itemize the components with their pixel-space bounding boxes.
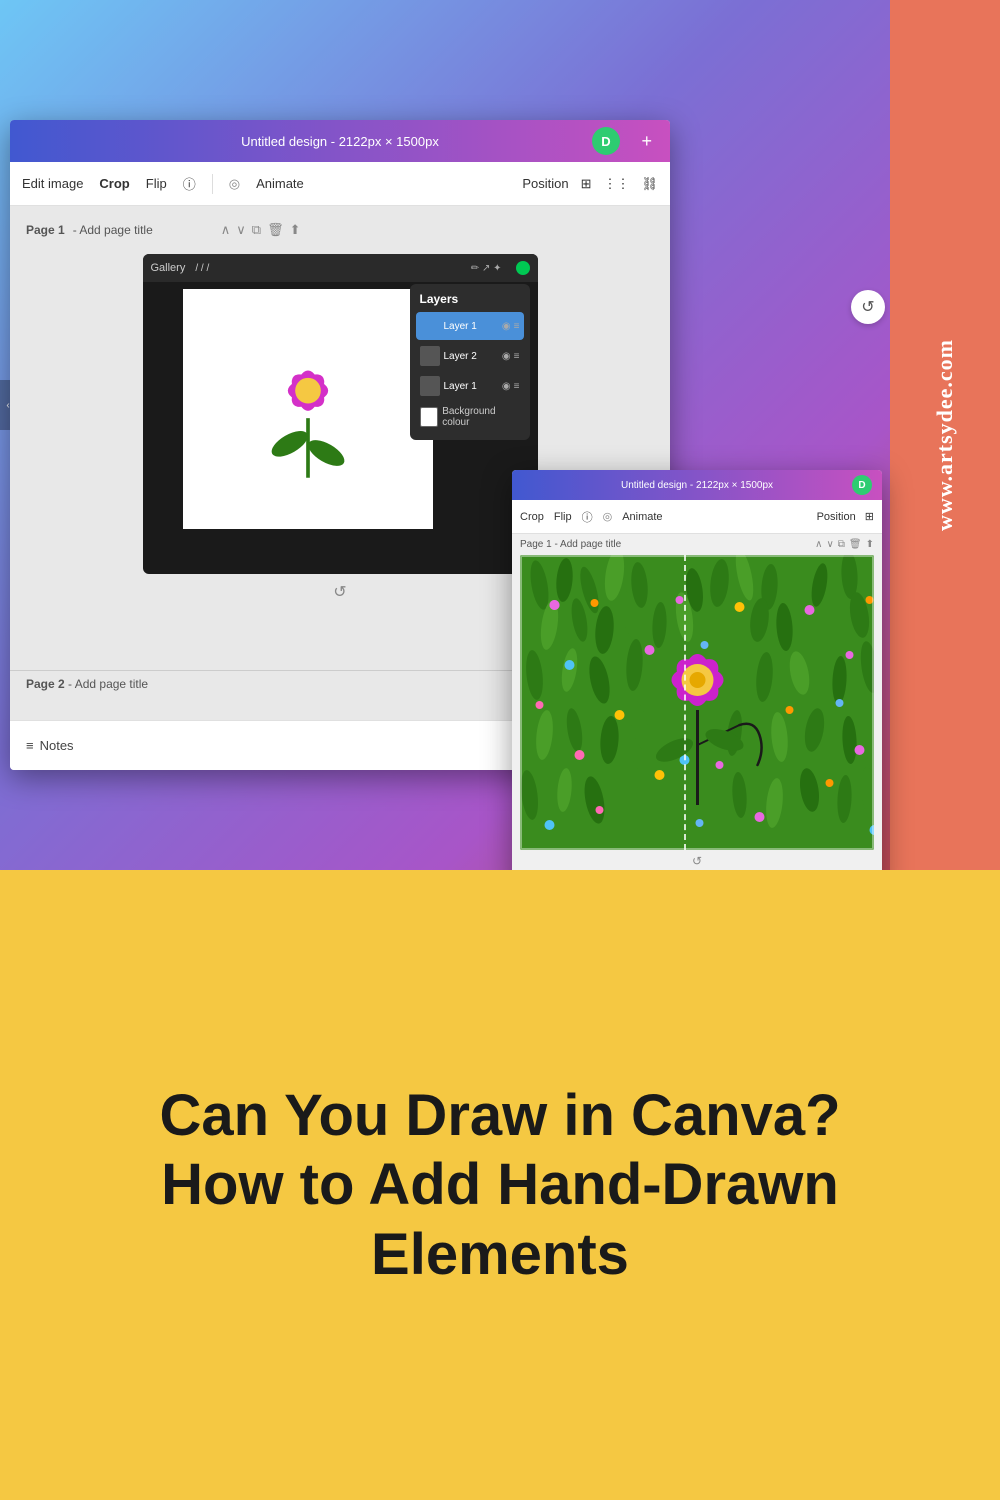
layer3-more[interactable]: ≡ bbox=[514, 381, 520, 392]
sm-flip-btn[interactable]: Flip bbox=[554, 511, 572, 523]
layer1-more[interactable]: ≡ bbox=[514, 321, 520, 332]
page1-bold: Page 1 bbox=[26, 223, 65, 237]
info-btn[interactable]: ⓘ bbox=[183, 174, 196, 193]
inner-topbar-dot bbox=[516, 261, 530, 275]
inner-app-canvas bbox=[183, 289, 433, 529]
bg-color-label: Background colour bbox=[442, 406, 519, 428]
layer1-name: Layer 1 bbox=[444, 321, 498, 332]
inner-topbar-tools: ✏ ↗ ✦ bbox=[471, 263, 502, 274]
page2-bold: Page 2 bbox=[26, 677, 65, 691]
layer1-actions: ◉ ≡ bbox=[502, 321, 520, 332]
canva-topbar-sm: Untitled design - 2122px × 1500px D bbox=[512, 470, 882, 500]
toolbar-divider bbox=[212, 174, 213, 194]
sm-info-btn[interactable]: ⓘ bbox=[582, 509, 593, 525]
layers-title: Layers bbox=[416, 292, 524, 306]
sm-toolbar-right: Position ⊞ bbox=[817, 510, 874, 523]
position-btn[interactable]: Position bbox=[522, 176, 568, 191]
animate-icon: ◎ bbox=[229, 176, 240, 192]
crop-btn[interactable]: Crop bbox=[99, 176, 129, 191]
bottom-section: Can You Draw in Canva? How to Add Hand-D… bbox=[0, 870, 1000, 1500]
sm-duplicate[interactable]: ⧉ bbox=[838, 539, 845, 550]
layer3-eye[interactable]: ◉ bbox=[502, 381, 511, 392]
sm-page-label: Page 1 - Add page title bbox=[520, 539, 621, 550]
sm-chevron-up[interactable]: ∧ bbox=[815, 539, 822, 550]
layer1-thumb bbox=[420, 316, 440, 336]
sm-page-controls: ∧ ∨ ⧉ 🗑 ⬆ bbox=[815, 539, 874, 550]
layer2-actions: ◉ ≡ bbox=[502, 351, 520, 362]
top-section: www.artsydee.com ‹ Untitled design - 212… bbox=[0, 0, 1000, 870]
bottom-line2: How to Add Hand-Drawn bbox=[161, 1152, 839, 1217]
trash-icon[interactable]: 🗑 bbox=[267, 222, 284, 238]
canva-toolbar: Edit image Crop Flip ⓘ ◎ Animate Positio… bbox=[10, 162, 670, 206]
layer1-eye[interactable]: ◉ bbox=[502, 321, 511, 332]
add-page-icon[interactable]: ⬆ bbox=[290, 222, 301, 238]
chevron-up-icon[interactable]: ∧ bbox=[221, 222, 231, 238]
page-controls: ∧ ∨ ⧉ 🗑 ⬆ bbox=[221, 222, 301, 238]
layer2-name: Layer 2 bbox=[444, 351, 498, 362]
inner-app-window: Gallery / / / ✏ ↗ ✦ bbox=[143, 254, 538, 574]
layer1-item[interactable]: Layer 1 ◉ ≡ bbox=[416, 312, 524, 340]
chevron-down-icon[interactable]: ∨ bbox=[236, 222, 246, 238]
page1-label: Page 1 - Add page title ∧ ∨ ⧉ 🗑 ⬆ bbox=[26, 222, 301, 238]
layer2-more[interactable]: ≡ bbox=[514, 351, 520, 362]
crop-border bbox=[520, 555, 874, 850]
garden-canvas bbox=[520, 555, 874, 850]
animate-btn[interactable]: Animate bbox=[256, 176, 304, 191]
site-url: www.artsydee.com bbox=[932, 339, 958, 531]
canva-avatar[interactable]: D bbox=[592, 127, 620, 155]
sm-animate-btn[interactable]: Animate bbox=[622, 511, 662, 523]
sm-reload-btn[interactable]: ↺ bbox=[512, 850, 882, 870]
sm-toolbar-icon[interactable]: ⊞ bbox=[865, 511, 874, 523]
notes-label: Notes bbox=[40, 738, 74, 753]
layers-panel: Layers Layer 1 ◉ ≡ Layer 2 ◉ bbox=[410, 284, 530, 440]
bottom-line1: Can You Draw in Canva? bbox=[159, 1083, 840, 1148]
page2-sub: - Add page title bbox=[68, 677, 148, 691]
bottom-text: Can You Draw in Canva? How to Add Hand-D… bbox=[159, 1081, 840, 1290]
sm-animate-icon: ◎ bbox=[603, 510, 613, 523]
layer2-thumb bbox=[420, 346, 440, 366]
canvas-refresh-btn[interactable]: ↺ bbox=[333, 582, 346, 602]
canva-topbar: Untitled design - 2122px × 1500px D + bbox=[10, 120, 670, 162]
toolbar-right: Position ⊞ ⋮⋮ ⛓ bbox=[522, 176, 658, 192]
gallery-label[interactable]: Gallery bbox=[151, 262, 186, 274]
edit-image-btn[interactable]: Edit image bbox=[22, 176, 83, 191]
toolbar-icon-2[interactable]: ⋮⋮ bbox=[603, 176, 629, 192]
sm-add[interactable]: ⬆ bbox=[866, 539, 874, 550]
notes-icon: ≡ bbox=[26, 738, 34, 753]
toolbar-icon-1[interactable]: ⊞ bbox=[581, 176, 592, 192]
layer2-eye[interactable]: ◉ bbox=[502, 351, 511, 362]
right-refresh-btn[interactable]: ↺ bbox=[851, 290, 885, 324]
layer2-item[interactable]: Layer 2 ◉ ≡ bbox=[416, 342, 524, 370]
sm-trash[interactable]: 🗑 bbox=[849, 539, 862, 550]
toolbar-icon-3[interactable]: ⛓ bbox=[641, 176, 658, 192]
layer3-name: Layer 1 bbox=[444, 381, 498, 392]
canva-plus-icon[interactable]: + bbox=[641, 131, 652, 152]
layer3-item[interactable]: Layer 1 ◉ ≡ bbox=[416, 372, 524, 400]
side-panel: www.artsydee.com bbox=[890, 0, 1000, 870]
page1-sm-label: Page 1 - Add page title ∧ ∨ ⧉ 🗑 ⬆ bbox=[512, 534, 882, 555]
notes-btn[interactable]: ≡ Notes bbox=[26, 738, 74, 753]
sm-crop-btn[interactable]: Crop bbox=[520, 511, 544, 523]
inner-topbar-divider: / / / bbox=[195, 263, 209, 274]
canva-title: Untitled design - 2122px × 1500px bbox=[241, 134, 439, 149]
bottom-line3: Elements bbox=[371, 1222, 629, 1287]
bg-color-item[interactable]: Background colour bbox=[416, 402, 524, 432]
bg-color-swatch bbox=[420, 407, 439, 427]
sm-chevron-down[interactable]: ∨ bbox=[826, 539, 833, 550]
layer3-thumb bbox=[420, 376, 440, 396]
canva-sm-title: Untitled design - 2122px × 1500px bbox=[621, 480, 773, 491]
page1-sub: - Add page title bbox=[73, 223, 153, 237]
canva-window-secondary: Untitled design - 2122px × 1500px D Crop… bbox=[512, 470, 882, 870]
flip-btn[interactable]: Flip bbox=[146, 176, 167, 191]
flower-svg-main bbox=[253, 334, 363, 484]
sm-position-btn[interactable]: Position bbox=[817, 511, 856, 523]
inner-app-topbar: Gallery / / / ✏ ↗ ✦ bbox=[143, 254, 538, 282]
canva-sm-avatar[interactable]: D bbox=[852, 475, 872, 495]
duplicate-icon[interactable]: ⧉ bbox=[252, 222, 261, 238]
layer3-actions: ◉ ≡ bbox=[502, 381, 520, 392]
canva-toolbar-sm: Crop Flip ⓘ ◎ Animate Position ⊞ bbox=[512, 500, 882, 534]
